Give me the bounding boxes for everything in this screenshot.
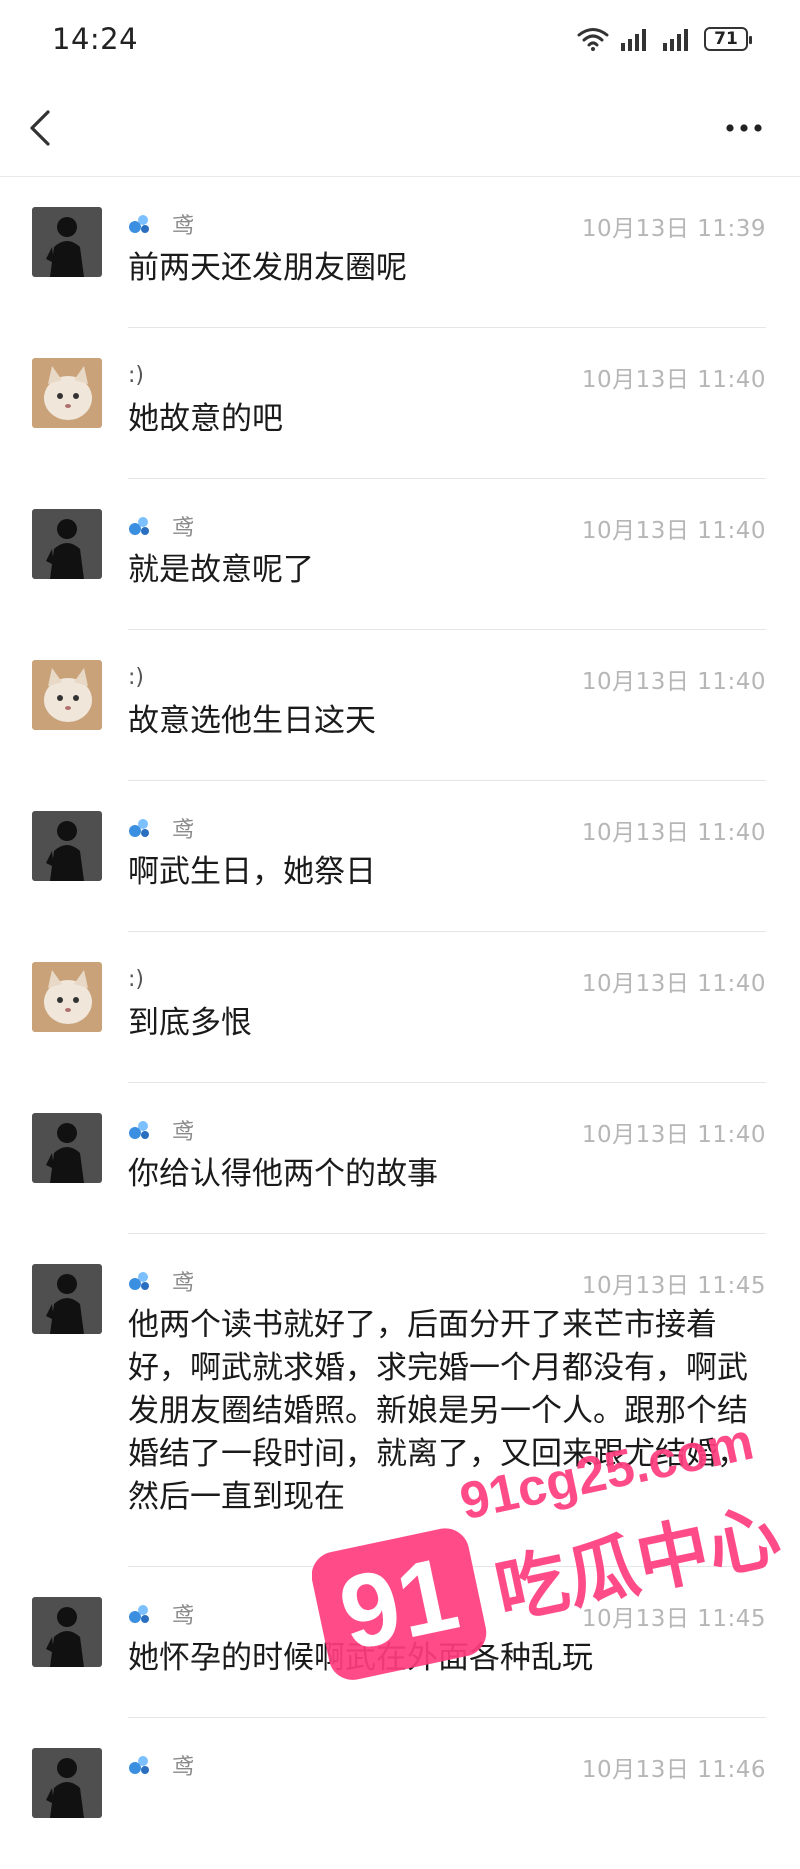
avatar[interactable]: [32, 509, 102, 579]
cat-avatar-icon: [32, 660, 102, 730]
silhouette-avatar-icon: [32, 1748, 102, 1818]
message-header: :) 10月13日 11:40: [128, 962, 766, 998]
badge-icon: [129, 819, 149, 837]
message-time: 10月13日 11:40: [581, 1122, 766, 1148]
message-time: 10月13日 11:40: [581, 669, 766, 695]
avatar[interactable]: [32, 1264, 102, 1334]
list-item[interactable]: 鸢 10月13日 11:40 你给认得他两个的故事: [0, 1083, 800, 1234]
message-header: 鸢 10月13日 11:40: [128, 1113, 766, 1148]
message-header: 鸢 10月13日 11:45: [128, 1264, 766, 1299]
avatar[interactable]: [32, 1597, 102, 1667]
silhouette-avatar-icon: [32, 1597, 102, 1667]
sender-name: 鸢: [172, 1755, 195, 1780]
silhouette-avatar-icon: [32, 811, 102, 881]
message-header: :) 10月13日 11:40: [128, 358, 766, 394]
cat-avatar-icon: [32, 358, 102, 428]
badge-icon: [129, 1605, 149, 1623]
more-dots-icon: [726, 124, 762, 132]
message-time: 10月13日 11:45: [581, 1273, 766, 1299]
badge-icon: [129, 215, 149, 233]
signal-icon: [621, 29, 646, 51]
back-button[interactable]: [22, 106, 62, 150]
list-item[interactable]: :) 10月13日 11:40 到底多恨: [0, 932, 800, 1083]
badge-icon: [129, 1121, 149, 1139]
message-header: 鸢 10月13日 11:46: [128, 1748, 766, 1783]
chevron-left-icon: [30, 110, 50, 146]
avatar[interactable]: [32, 811, 102, 881]
message-text: 她故意的吧: [128, 401, 283, 437]
message-text: 就是故意呢了: [128, 552, 314, 588]
message-time: 10月13日 11:40: [581, 820, 766, 846]
wifi-icon: [577, 28, 609, 51]
message-header: 鸢 10月13日 11:40: [128, 811, 766, 846]
message-header: 鸢 10月13日 11:39: [128, 207, 766, 242]
status-icons: 71: [576, 26, 752, 52]
badge-icon: [129, 517, 149, 535]
sender-name: 鸢: [172, 1271, 195, 1296]
list-item[interactable]: 鸢 10月13日 11:40 就是故意呢了: [0, 479, 800, 630]
sender-name: 鸢: [172, 818, 195, 843]
status-time: 14:24: [52, 22, 139, 56]
avatar[interactable]: [32, 660, 102, 730]
watermark-logo: 91 91cg25.com 吃瓜中心: [312, 1413, 787, 1680]
message-time: 10月13日 11:40: [581, 367, 766, 393]
message-time: 10月13日 11:39: [581, 216, 766, 242]
list-item[interactable]: 鸢 10月13日 11:39 前两天还发朋友圈呢: [0, 177, 800, 328]
sender-name: :): [128, 664, 144, 690]
sender-name: :): [128, 362, 144, 388]
sender-name: 鸢: [172, 516, 195, 541]
sender-name: 鸢: [172, 214, 195, 239]
nav-bar: [0, 80, 800, 177]
battery-icon: 71: [704, 27, 752, 51]
sender-name: 鸢: [172, 1120, 195, 1145]
silhouette-avatar-icon: [32, 1264, 102, 1334]
message-text: 啊武生日，她祭日: [128, 854, 376, 890]
list-item[interactable]: :) 10月13日 11:40 她故意的吧: [0, 328, 800, 479]
status-bar: 14:24 71: [0, 0, 800, 80]
sender-name: :): [128, 966, 144, 992]
watermark-number: 91: [330, 1535, 467, 1673]
silhouette-avatar-icon: [32, 207, 102, 277]
message-header: 鸢 10月13日 11:40: [128, 509, 766, 544]
message-header: :) 10月13日 11:40: [128, 660, 766, 696]
avatar[interactable]: [32, 207, 102, 277]
message-text: 你给认得他两个的故事: [128, 1156, 438, 1192]
avatar[interactable]: [32, 358, 102, 428]
message-time: 10月13日 11:40: [581, 971, 766, 997]
sender-name: 鸢: [172, 1604, 195, 1629]
avatar[interactable]: [32, 962, 102, 1032]
more-button[interactable]: [720, 108, 770, 148]
silhouette-avatar-icon: [32, 1113, 102, 1183]
list-item[interactable]: :) 10月13日 11:40 故意选他生日这天: [0, 630, 800, 781]
message-time: 10月13日 11:46: [581, 1757, 766, 1783]
badge-icon: [129, 1756, 149, 1774]
list-item[interactable]: 鸢 10月13日 11:46: [0, 1718, 800, 1869]
message-text: 前两天还发朋友圈呢: [128, 250, 407, 286]
avatar[interactable]: [32, 1748, 102, 1818]
list-item[interactable]: 鸢 10月13日 11:40 啊武生日，她祭日: [0, 781, 800, 932]
silhouette-avatar-icon: [32, 509, 102, 579]
message-text: 故意选他生日这天: [128, 703, 376, 739]
message-text: 到底多恨: [128, 1005, 252, 1041]
cat-avatar-icon: [32, 962, 102, 1032]
avatar[interactable]: [32, 1113, 102, 1183]
badge-icon: [129, 1272, 149, 1290]
signal-icon-2: [663, 29, 688, 51]
message-time: 10月13日 11:40: [581, 518, 766, 544]
